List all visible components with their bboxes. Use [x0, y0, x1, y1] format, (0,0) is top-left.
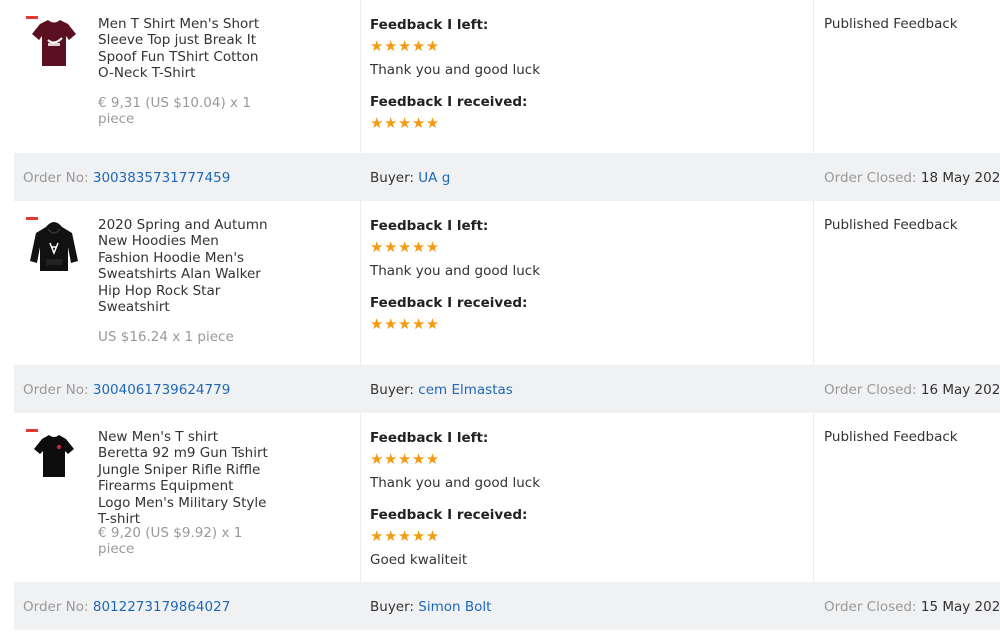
- feedback-left-label: Feedback I left:: [370, 430, 489, 446]
- buyer-label: Buyer:: [370, 599, 414, 615]
- new-badge: [26, 217, 38, 220]
- order-closed-label: Order Closed:: [824, 170, 917, 186]
- order-number-label: Order No:: [23, 170, 89, 186]
- feedback-left-label: Feedback I left:: [370, 17, 489, 33]
- feedback-left-stars: ★★★★★: [370, 37, 440, 55]
- column-divider: [360, 201, 361, 365]
- product-row: New Men's T shirt Beretta 92 m9 Gun Tshi…: [14, 413, 1000, 582]
- buyer: Buyer: Simon Bolt: [370, 599, 491, 615]
- column-divider: [360, 0, 361, 153]
- product-title[interactable]: Men T Shirt Men's Short Sleeve Top just …: [98, 16, 270, 82]
- column-divider: [813, 201, 814, 365]
- product-thumbnail[interactable]: [26, 217, 82, 273]
- product-price: € 9,31 (US $10.04) x 1 piece: [98, 95, 251, 128]
- feedback-left-text: Thank you and good luck: [370, 62, 541, 78]
- product-title[interactable]: 2020 Spring and Autumn New Hoodies Men F…: [98, 217, 270, 315]
- order-number-link[interactable]: 3003835731777459: [93, 170, 230, 186]
- feedback-left-stars: ★★★★★: [370, 450, 440, 468]
- buyer: Buyer: cem Elmastas: [370, 382, 513, 398]
- feedback-received-stars: ★★★★★: [370, 114, 440, 132]
- buyer-link[interactable]: cem Elmastas: [418, 382, 513, 398]
- order-number: Order No: 8012273179864027: [23, 599, 230, 615]
- order-number: Order No: 3004061739624779: [23, 382, 230, 398]
- feedback-left-text: Thank you and good luck: [370, 263, 541, 279]
- buyer-label: Buyer:: [370, 382, 414, 398]
- feedback-received-stars: ★★★★★: [370, 315, 440, 333]
- order-info-row: Order No: 3003835731777459 Buyer: UA g O…: [14, 153, 1000, 201]
- product-title[interactable]: New Men's T shirt Beretta 92 m9 Gun Tshi…: [98, 429, 270, 527]
- order-number: Order No: 3003835731777459: [23, 170, 230, 186]
- order-closed-date: 18 May 2020: [920, 170, 1000, 186]
- column-divider: [360, 413, 361, 582]
- product-row: 2020 Spring and Autumn New Hoodies Men F…: [14, 201, 1000, 365]
- buyer: Buyer: UA g: [370, 170, 450, 186]
- feedback-status: Published Feedback: [824, 217, 958, 233]
- feedback-list: Men T Shirt Men's Short Sleeve Top just …: [14, 0, 1000, 639]
- buyer-link[interactable]: UA g: [418, 170, 450, 186]
- new-badge: [26, 16, 38, 19]
- buyer-link[interactable]: Simon Bolt: [418, 599, 491, 615]
- order-info-row: Order No: 3004061739624779 Buyer: cem El…: [14, 365, 1000, 413]
- order-closed: Order Closed: 16 May 2020: [824, 382, 1000, 398]
- new-badge: [26, 429, 38, 432]
- order-closed-date: 15 May 2020: [920, 599, 1000, 615]
- feedback-received-stars: ★★★★★: [370, 527, 440, 545]
- column-divider: [813, 413, 814, 582]
- order-number-link[interactable]: 3004061739624779: [93, 382, 230, 398]
- order-info-row: Order No: 8012273179864027 Buyer: Simon …: [14, 582, 1000, 630]
- product-price: € 9,20 (US $9.92) x 1 piece: [98, 525, 243, 558]
- order-number-link[interactable]: 8012273179864027: [93, 599, 230, 615]
- product-row: Men T Shirt Men's Short Sleeve Top just …: [14, 0, 1000, 153]
- maroon-tshirt-icon: [32, 20, 76, 66]
- feedback-left-stars: ★★★★★: [370, 238, 440, 256]
- feedback-received-label: Feedback I received:: [370, 295, 528, 311]
- order-closed: Order Closed: 18 May 2020: [824, 170, 1000, 186]
- page-left-margin: [0, 0, 14, 639]
- feedback-received-label: Feedback I received:: [370, 94, 528, 110]
- feedback-received-text: Goed kwaliteit: [370, 552, 468, 568]
- feedback-status: Published Feedback: [824, 429, 958, 445]
- order-number-label: Order No:: [23, 382, 89, 398]
- product-thumbnail[interactable]: [26, 429, 82, 485]
- order-closed-date: 16 May 2020: [920, 382, 1000, 398]
- feedback-left-text: Thank you and good luck: [370, 475, 541, 491]
- feedback-received-label: Feedback I received:: [370, 507, 528, 523]
- product-thumbnail[interactable]: [26, 16, 82, 72]
- order-closed-label: Order Closed:: [824, 599, 917, 615]
- column-divider: [813, 0, 814, 153]
- black-hoodie-icon: [30, 222, 78, 271]
- buyer-label: Buyer:: [370, 170, 414, 186]
- feedback-left-label: Feedback I left:: [370, 218, 489, 234]
- order-closed-label: Order Closed:: [824, 382, 917, 398]
- order-closed: Order Closed: 15 May 2020: [824, 599, 1000, 615]
- black-tshirt-icon: [34, 435, 74, 477]
- order-number-label: Order No:: [23, 599, 89, 615]
- product-price: US $16.24 x 1 piece: [98, 329, 234, 345]
- feedback-status: Published Feedback: [824, 16, 958, 32]
